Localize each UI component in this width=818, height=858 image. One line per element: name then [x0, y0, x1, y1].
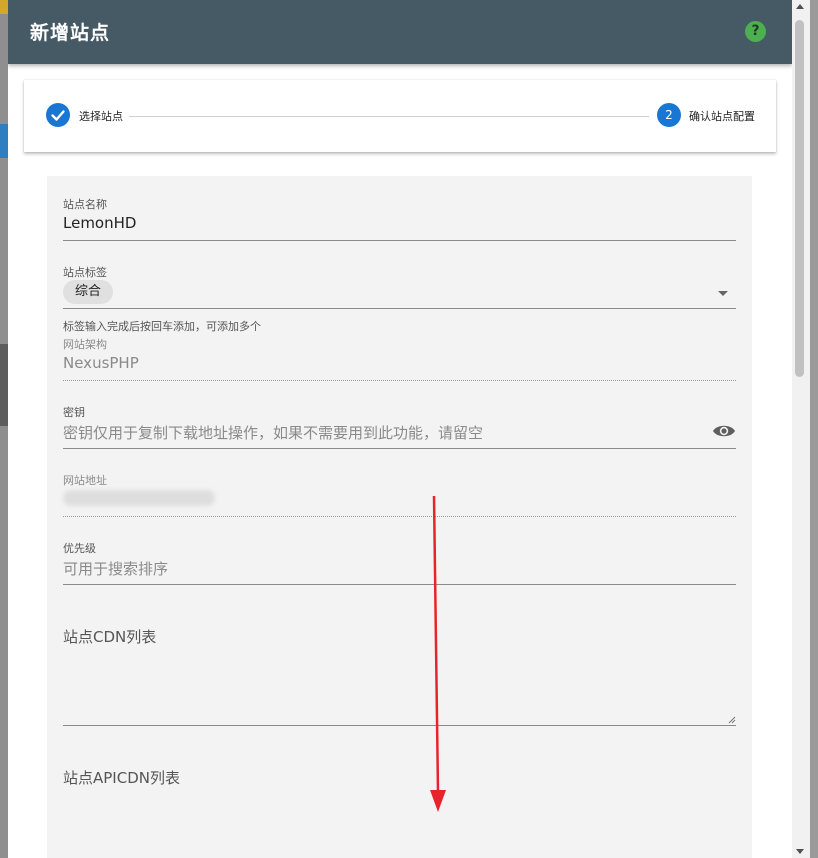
step-1-label[interactable]: 选择站点 — [79, 108, 123, 124]
resize-handle-icon[interactable] — [728, 716, 736, 724]
site-url-blurred-value — [63, 490, 215, 506]
framework-label: 网站架构 — [63, 338, 107, 351]
secret-key-field[interactable]: 密钥 密钥仅用于复制下载地址操作，如果不需要用到此功能，请留空 — [63, 404, 736, 450]
stepper: 选择站点 2 确认站点配置 — [24, 80, 776, 152]
site-tags-field[interactable]: 站点标签 综合 — [63, 264, 736, 310]
add-site-dialog: 新增站点 ? 选择站点 2 确认站点配置 站点名称 LemonHD 站点标签 综… — [8, 0, 792, 858]
scrollbar[interactable] — [792, 0, 810, 858]
scroll-down-icon[interactable] — [796, 849, 804, 854]
cdn-list-textarea[interactable]: 站点CDN列表 — [63, 626, 736, 726]
site-name-label: 站点名称 — [63, 198, 107, 211]
api-cdn-list-textarea[interactable]: 站点APICDN列表 — [63, 767, 736, 858]
site-tags-chips: 综合 — [63, 280, 663, 304]
red-arrow-annotation — [430, 495, 446, 812]
dialog-title: 新增站点 — [30, 22, 111, 44]
background-blue-tab — [0, 124, 8, 158]
priority-input[interactable]: 可用于搜索排序 — [63, 558, 168, 579]
site-url-field: 网站地址 — [63, 472, 736, 518]
eye-icon[interactable] — [712, 423, 736, 439]
help-icon[interactable]: ? — [745, 21, 766, 42]
tag-chip[interactable]: 综合 — [63, 280, 114, 304]
check-icon — [51, 110, 65, 121]
site-name-field[interactable]: 站点名称 LemonHD — [63, 196, 736, 242]
site-tags-underline — [63, 308, 736, 309]
framework-field: 网站架构 NexusPHP — [63, 336, 736, 382]
background-right-edge — [810, 0, 818, 858]
cdn-list-label: 站点CDN列表 — [63, 628, 157, 646]
site-tags-hint: 标签输入完成后按回车添加，可添加多个 — [63, 320, 261, 333]
chevron-down-icon[interactable] — [718, 291, 728, 296]
priority-label: 优先级 — [63, 542, 96, 555]
secret-key-underline — [63, 448, 736, 449]
dialog-header: 新增站点 ? — [8, 0, 792, 64]
secret-key-input[interactable]: 密钥仅用于复制下载地址操作，如果不需要用到此功能，请留空 — [63, 422, 483, 443]
site-name-value[interactable]: LemonHD — [63, 214, 136, 232]
step-2-number[interactable]: 2 — [657, 103, 681, 127]
secret-key-label: 密钥 — [63, 406, 85, 419]
site-name-underline — [63, 240, 736, 241]
framework-underline — [63, 380, 736, 381]
priority-field[interactable]: 优先级 可用于搜索排序 — [63, 540, 736, 586]
step-connector — [129, 116, 649, 117]
site-url-underline — [63, 516, 736, 517]
api-cdn-list-label: 站点APICDN列表 — [63, 769, 180, 787]
priority-underline — [63, 584, 736, 585]
site-tags-label: 站点标签 — [63, 266, 107, 279]
cdn-list-underline — [63, 725, 736, 726]
site-config-form: 站点名称 LemonHD 站点标签 综合 标签输入完成后按回车添加，可添加多个 … — [47, 176, 752, 858]
step-2-label[interactable]: 确认站点配置 — [689, 108, 755, 124]
scrollbar-thumb[interactable] — [795, 20, 804, 377]
step-1-check-icon[interactable] — [46, 103, 70, 127]
site-url-label: 网站地址 — [63, 474, 107, 487]
scroll-up-icon[interactable] — [796, 4, 804, 9]
framework-value: NexusPHP — [63, 354, 139, 372]
